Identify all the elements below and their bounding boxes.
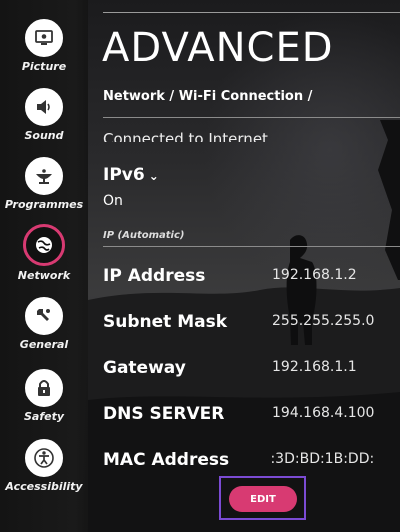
- sidebar-item-label: Sound: [24, 129, 64, 142]
- ipv6-value: On: [103, 193, 123, 209]
- mac-address-value: ):3D:BD:1B:DD:: [272, 451, 375, 467]
- sidebar-item-label: Programmes: [4, 198, 84, 211]
- sidebar-item-network[interactable]: Network: [0, 224, 88, 282]
- sidebar-item-accessibility[interactable]: Accessibility: [0, 439, 88, 493]
- sidebar-item-label: Network: [17, 269, 71, 282]
- page-title: ADVANCED: [102, 25, 334, 71]
- top-divider: [103, 12, 400, 13]
- breadcrumb: Network / Wi-Fi Connection /: [103, 89, 313, 104]
- sidebar-item-label: Accessibility: [5, 480, 83, 493]
- gateway-value: 192.168.1.1: [272, 359, 357, 375]
- subnet-mask-value: 255.255.255.0: [272, 313, 375, 329]
- ipv6-label: IPv6: [103, 165, 145, 185]
- subnet-mask-label: Subnet Mask: [103, 312, 228, 332]
- chevron-down-icon: ⌄: [148, 169, 159, 183]
- globe-icon: [23, 224, 65, 266]
- sidebar-item-general[interactable]: General: [0, 297, 88, 351]
- section-divider: [103, 246, 400, 247]
- sidebar-item-programmes[interactable]: Programmes: [0, 157, 88, 211]
- sidebar-item-label: General: [19, 338, 69, 351]
- lock-icon: [25, 369, 63, 407]
- sidebar-item-label: Picture: [21, 60, 67, 73]
- sidebar-item-picture[interactable]: Picture: [0, 19, 88, 73]
- edit-button[interactable]: EDIT: [229, 486, 297, 512]
- sidebar-item-sound[interactable]: Sound: [0, 88, 88, 142]
- sidebar: Picture Sound Programmes Network General…: [0, 0, 88, 532]
- dns-server-label: DNS SERVER: [103, 404, 225, 424]
- sidebar-item-safety[interactable]: Safety: [0, 369, 88, 423]
- section-label: IP (Automatic): [103, 230, 185, 241]
- ipv6-dropdown[interactable]: IPv6 ⌄: [103, 165, 159, 185]
- connection-status: Connected to Internet: [103, 130, 268, 142]
- mac-address-label: MAC Address: [103, 450, 230, 470]
- mac-address-clip: ):3D:BD:1B:DD:: [272, 450, 400, 472]
- wrench-icon: [25, 297, 63, 335]
- dns-server-value: 194.168.4.100: [272, 405, 375, 421]
- sidebar-item-label: Safety: [23, 410, 65, 423]
- picture-icon: [25, 19, 63, 57]
- satellite-dish-icon: [25, 157, 63, 195]
- gateway-label: Gateway: [103, 358, 186, 378]
- speaker-icon: [25, 88, 63, 126]
- ip-address-value: 192.168.1.2: [272, 267, 357, 283]
- accessibility-icon: [25, 439, 63, 477]
- breadcrumb-divider: [103, 117, 400, 118]
- ip-address-label: IP Address: [103, 266, 206, 286]
